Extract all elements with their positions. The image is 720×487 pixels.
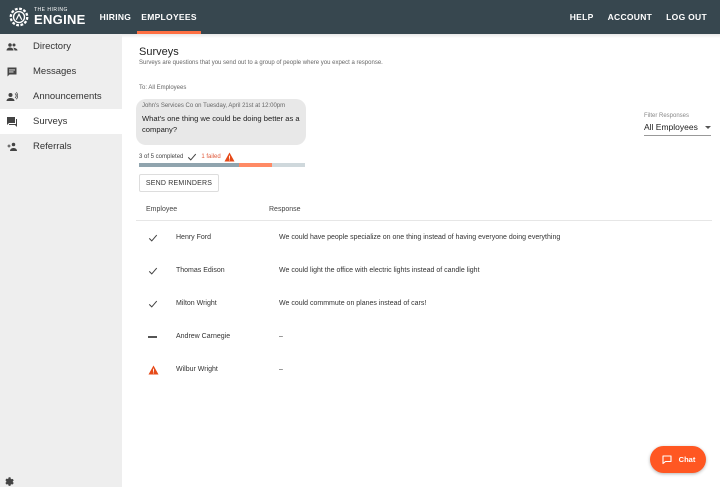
recipients-line: To: All Employees bbox=[139, 85, 187, 91]
check-icon bbox=[188, 153, 197, 161]
responses-table: Employee Response Henry Ford We could ha… bbox=[136, 199, 712, 386]
page-subtitle: Surveys are questions that you send out … bbox=[139, 60, 383, 66]
chat-label: Chat bbox=[678, 455, 696, 464]
table-header: Employee Response bbox=[136, 199, 712, 221]
gear-logo-icon bbox=[9, 7, 29, 27]
nav-logout[interactable]: LOG OUT bbox=[659, 0, 714, 34]
logo[interactable]: THE HIRING ENGINE bbox=[8, 0, 86, 34]
sidebar-item-label: Messages bbox=[33, 66, 77, 77]
nav-employees[interactable]: EMPLOYEES bbox=[137, 0, 201, 34]
employee-name: Andrew Carnegie bbox=[176, 333, 231, 340]
status-cell bbox=[136, 233, 176, 243]
check-icon bbox=[148, 234, 158, 242]
filter-value: All Employees bbox=[644, 122, 698, 132]
employee-response: – bbox=[279, 366, 283, 373]
filter-responses-select[interactable]: All Employees bbox=[644, 122, 711, 136]
status-cell bbox=[136, 364, 176, 375]
header-shadow bbox=[122, 34, 720, 38]
add-person-icon bbox=[5, 140, 19, 154]
survey-question-bubble: John's Services Co on Tuesday, April 21s… bbox=[136, 99, 306, 145]
survey-question-text: What's one thing we could be doing bette… bbox=[142, 114, 300, 134]
response-column-header: Response bbox=[269, 206, 301, 213]
survey-meta: John's Services Co on Tuesday, April 21s… bbox=[142, 103, 286, 109]
nav-help[interactable]: HELP bbox=[563, 0, 601, 34]
employee-response: We could have people specialize on one t… bbox=[279, 234, 561, 241]
survey-icon bbox=[5, 115, 19, 129]
sidebar-item-label: Directory bbox=[33, 41, 72, 52]
logo-text: THE HIRING ENGINE bbox=[34, 8, 86, 27]
dropdown-arrow-icon bbox=[705, 125, 711, 129]
status-cell bbox=[136, 266, 176, 276]
check-icon bbox=[148, 267, 158, 275]
sidebar-item-announcements[interactable]: Announcements bbox=[0, 84, 122, 109]
page-title: Surveys bbox=[139, 46, 179, 58]
message-icon bbox=[5, 65, 19, 79]
completion-status: 3 of 5 completed 1 failed bbox=[139, 152, 235, 162]
nav-account[interactable]: ACCOUNT bbox=[601, 0, 660, 34]
warning-icon bbox=[148, 364, 159, 375]
table-row[interactable]: Henry Ford We could have people speciali… bbox=[136, 221, 712, 254]
table-row[interactable]: Thomas Edison We could light the office … bbox=[136, 254, 712, 287]
gear-icon[interactable] bbox=[3, 473, 14, 486]
progress-completed bbox=[139, 163, 239, 167]
people-icon bbox=[5, 40, 19, 54]
status-cell bbox=[136, 335, 176, 338]
table-row[interactable]: Milton Wright We could commmute on plane… bbox=[136, 287, 712, 320]
send-reminders-button[interactable]: SEND REMINDERS bbox=[139, 174, 219, 192]
sidebar-item-label: Announcements bbox=[33, 91, 102, 102]
sidebar-item-referrals[interactable]: Referrals bbox=[0, 134, 122, 159]
sidebar-item-surveys[interactable]: Surveys bbox=[0, 109, 122, 134]
check-icon bbox=[148, 300, 158, 308]
top-bar: THE HIRING ENGINE HIRING EMPLOYEES HELP … bbox=[0, 0, 720, 34]
sidebar-item-label: Surveys bbox=[33, 116, 68, 127]
nav-hiring[interactable]: HIRING bbox=[96, 0, 136, 34]
main-content: Surveys Surveys are questions that you s… bbox=[122, 34, 720, 487]
chat-button[interactable]: Chat bbox=[650, 446, 706, 473]
employee-name: Wilbur Wright bbox=[176, 366, 218, 373]
pending-dash-icon bbox=[148, 335, 157, 338]
employee-response: We could light the office with electric … bbox=[279, 267, 480, 274]
employee-response: We could commmute on planes instead of c… bbox=[279, 300, 427, 307]
table-row[interactable]: Andrew Carnegie – bbox=[136, 320, 712, 353]
completion-progress-bar bbox=[139, 163, 305, 167]
employee-column-header: Employee bbox=[146, 206, 178, 213]
sidebar-item-label: Referrals bbox=[33, 141, 72, 152]
completed-count: 3 of 5 completed bbox=[139, 154, 184, 160]
sidebar-item-directory[interactable]: Directory bbox=[0, 34, 122, 59]
filter-responses: Filter Responses All Employees bbox=[644, 113, 711, 136]
announcement-icon bbox=[5, 90, 19, 104]
employee-name: Henry Ford bbox=[176, 234, 212, 241]
progress-failed bbox=[238, 163, 272, 167]
sidebar: Directory Messages Announcements Surveys… bbox=[0, 34, 122, 487]
sidebar-item-messages[interactable]: Messages bbox=[0, 59, 122, 84]
chat-bubble-icon bbox=[662, 454, 672, 464]
warning-icon bbox=[224, 152, 235, 162]
status-cell bbox=[136, 299, 176, 309]
table-row[interactable]: Wilbur Wright – bbox=[136, 353, 712, 386]
top-right-nav: HELP ACCOUNT LOG OUT bbox=[563, 0, 714, 34]
employee-name: Milton Wright bbox=[176, 300, 217, 307]
employee-name: Thomas Edison bbox=[176, 267, 225, 274]
logo-big-text: ENGINE bbox=[34, 12, 86, 27]
filter-label: Filter Responses bbox=[644, 113, 690, 119]
employee-response: – bbox=[279, 333, 283, 340]
failed-count: 1 failed bbox=[201, 154, 221, 160]
